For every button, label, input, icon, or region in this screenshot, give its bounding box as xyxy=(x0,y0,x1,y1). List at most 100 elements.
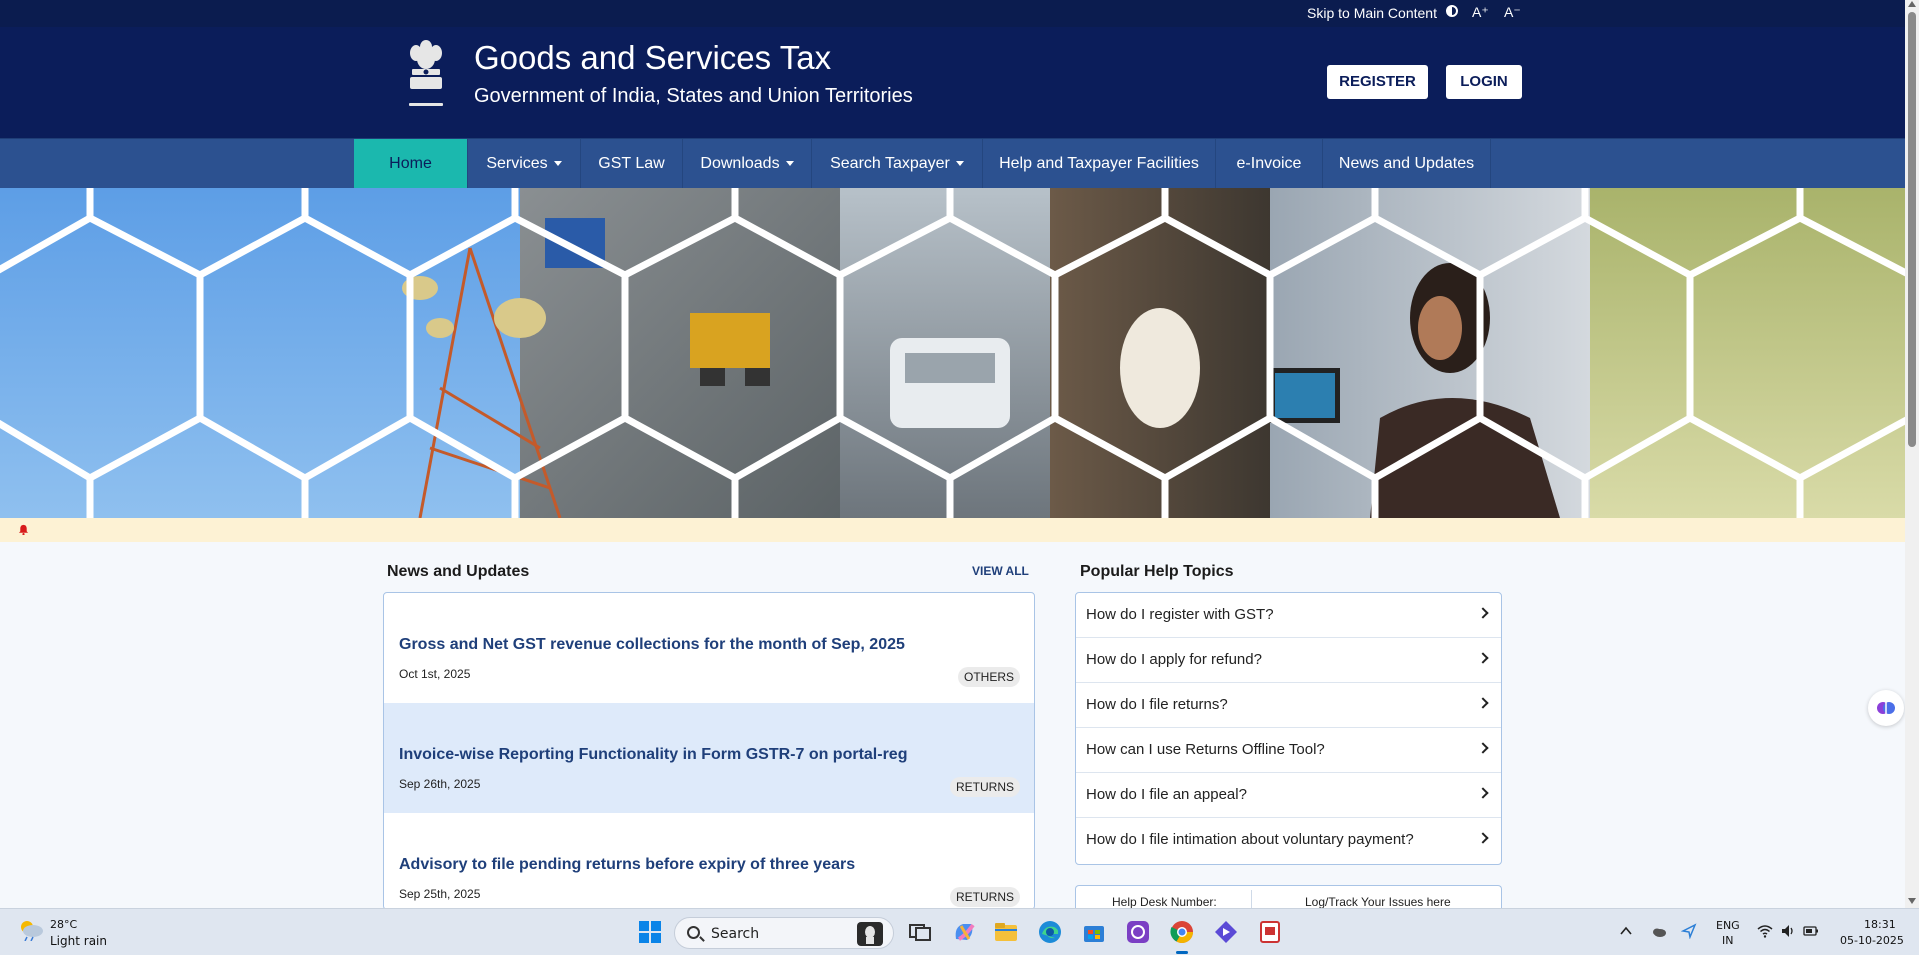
help-topic-label: How do I file intimation about voluntary… xyxy=(1086,831,1414,848)
scroll-down-arrow-icon[interactable] xyxy=(1908,898,1916,904)
news-date: Sep 25th, 2025 xyxy=(399,887,481,901)
chevron-down-icon xyxy=(785,161,794,167)
weather-description[interactable]: Light rain xyxy=(50,934,107,948)
news-category-badge: RETURNS xyxy=(949,887,1020,907)
help-topic-refund[interactable]: How do I apply for refund? xyxy=(1076,638,1501,683)
nav-downloads-label: Downloads xyxy=(700,155,780,172)
microsoft-store-icon[interactable] xyxy=(1081,919,1107,945)
help-topic-offline-tool[interactable]: How can I use Returns Offline Tool? xyxy=(1076,728,1501,773)
app-icon-diamond[interactable] xyxy=(1213,919,1239,945)
help-topic-register[interactable]: How do I register with GST? xyxy=(1076,593,1501,638)
contrast-toggle-icon[interactable] xyxy=(1446,5,1458,17)
chrome-browser-icon[interactable] xyxy=(1169,919,1195,945)
volume-icon[interactable] xyxy=(1780,923,1796,939)
app-icon-purple[interactable] xyxy=(1125,919,1151,945)
news-title-link[interactable]: Gross and Net GST revenue collections fo… xyxy=(399,636,905,654)
nav-news-label: News and Updates xyxy=(1338,155,1475,172)
news-item: Invoice-wise Reporting Functionality in … xyxy=(384,703,1034,813)
divider xyxy=(1251,890,1252,910)
chevron-right-icon xyxy=(1477,697,1489,709)
onedrive-cloud-icon[interactable] xyxy=(1651,923,1667,939)
nav-help-facilities[interactable]: Help and Taxpayer Facilities xyxy=(983,139,1216,188)
snipping-tool-icon[interactable] xyxy=(1257,919,1283,945)
taskbar-search[interactable]: Search xyxy=(674,917,894,949)
hero-banner-image xyxy=(0,188,1905,518)
file-explorer-icon[interactable] xyxy=(993,919,1019,945)
bell-icon[interactable] xyxy=(18,524,29,535)
nav-gst-law-label: GST Law xyxy=(598,155,665,172)
input-language[interactable]: ENG xyxy=(1716,919,1740,932)
scrollbar-thumb[interactable] xyxy=(1908,12,1916,447)
nav-gst-law[interactable]: GST Law xyxy=(581,139,683,188)
edge-browser-icon[interactable] xyxy=(1037,919,1063,945)
show-hidden-icons-chevron-icon[interactable] xyxy=(1618,923,1634,939)
clock-date[interactable]: 05-10-2025 xyxy=(1840,934,1904,947)
login-button[interactable]: LOGIN xyxy=(1446,65,1522,99)
help-topic-file-returns[interactable]: How do I file returns? xyxy=(1076,683,1501,728)
main-nav: Home Services GST Law Downloads Search T… xyxy=(0,138,1905,188)
font-increase-button[interactable]: A⁺ xyxy=(1472,4,1489,21)
input-region[interactable]: IN xyxy=(1722,934,1733,947)
site-subtitle: Government of India, States and Union Te… xyxy=(474,85,913,107)
site-title[interactable]: Goods and Services Tax xyxy=(474,39,831,77)
help-topic-voluntary-payment[interactable]: How do I file intimation about voluntary… xyxy=(1076,818,1501,863)
news-list: Gross and Net GST revenue collections fo… xyxy=(383,592,1035,910)
clock-time[interactable]: 18:31 xyxy=(1864,918,1896,931)
log-issues-link[interactable]: Log/Track Your Issues here xyxy=(1305,895,1451,909)
hero-banner xyxy=(0,188,1905,518)
utility-bar: Skip to Main Content A⁺ A⁻ xyxy=(0,0,1905,27)
chevron-down-icon xyxy=(955,161,964,167)
nav-search-taxpayer-label: Search Taxpayer xyxy=(830,155,950,172)
view-all-link[interactable]: VIEW ALL xyxy=(972,564,1029,578)
task-view-icon[interactable] xyxy=(907,919,933,945)
nav-services-label: Services xyxy=(486,155,548,172)
nav-home-label: Home xyxy=(389,155,432,172)
helpdesk-panel: Help Desk Number: Log/Track Your Issues … xyxy=(1075,885,1502,910)
national-emblem-icon[interactable] xyxy=(404,37,448,113)
news-title-link[interactable]: Invoice-wise Reporting Functionality in … xyxy=(399,746,907,764)
search-highlight-icon xyxy=(857,922,883,946)
nav-services[interactable]: Services xyxy=(468,139,581,188)
taskbar-search-label: Search xyxy=(711,926,760,942)
weather-rain-icon[interactable] xyxy=(17,919,45,941)
news-heading: News and Updates xyxy=(387,563,530,580)
chevron-right-icon xyxy=(1477,832,1489,844)
brain-icon xyxy=(1877,702,1895,714)
news-title-link[interactable]: Advisory to file pending returns before … xyxy=(399,856,855,874)
page-scrollbar[interactable] xyxy=(1905,0,1919,908)
news-date: Sep 26th, 2025 xyxy=(399,777,481,791)
active-app-indicator xyxy=(1176,951,1188,954)
windows-taskbar: 28°C Light rain Search ENG IN 18:31 05-1… xyxy=(0,908,1919,955)
helpdesk-number-label: Help Desk Number: xyxy=(1112,895,1217,909)
location-arrow-icon[interactable] xyxy=(1681,923,1697,939)
scroll-up-arrow-icon[interactable] xyxy=(1908,1,1916,7)
nav-downloads[interactable]: Downloads xyxy=(683,139,812,188)
help-topics-list: How do I register with GST? How do I app… xyxy=(1075,592,1502,865)
register-button[interactable]: REGISTER xyxy=(1327,65,1428,99)
chevron-down-icon xyxy=(553,161,562,167)
nav-search-taxpayer[interactable]: Search Taxpayer xyxy=(812,139,983,188)
announcement-strip xyxy=(0,518,1905,542)
news-item: Advisory to file pending returns before … xyxy=(384,813,1034,909)
weather-temperature[interactable]: 28°C xyxy=(50,918,77,931)
help-topics-heading: Popular Help Topics xyxy=(1080,563,1234,580)
news-category-badge: OTHERS xyxy=(957,667,1020,687)
windows-start-icon[interactable] xyxy=(637,919,663,945)
news-item: Gross and Net GST revenue collections fo… xyxy=(384,593,1034,703)
news-date: Oct 1st, 2025 xyxy=(399,667,471,681)
wifi-icon[interactable] xyxy=(1757,923,1773,939)
battery-icon[interactable] xyxy=(1803,923,1819,939)
skip-to-main-link[interactable]: Skip to Main Content xyxy=(1307,5,1437,21)
help-topic-label: How do I register with GST? xyxy=(1086,606,1274,623)
copilot-icon[interactable] xyxy=(951,919,977,945)
chevron-right-icon xyxy=(1477,787,1489,799)
nav-help-label: Help and Taxpayer Facilities xyxy=(999,155,1199,172)
font-decrease-button[interactable]: A⁻ xyxy=(1504,4,1521,21)
help-topic-label: How can I use Returns Offline Tool? xyxy=(1086,741,1325,758)
nav-einvoice[interactable]: e-Invoice xyxy=(1216,139,1323,188)
nav-news-updates[interactable]: News and Updates xyxy=(1323,139,1491,188)
help-topic-appeal[interactable]: How do I file an appeal? xyxy=(1076,773,1501,818)
ai-assistant-button[interactable] xyxy=(1868,690,1904,726)
nav-home[interactable]: Home xyxy=(354,139,468,188)
site-header: Goods and Services Tax Government of Ind… xyxy=(0,27,1905,138)
